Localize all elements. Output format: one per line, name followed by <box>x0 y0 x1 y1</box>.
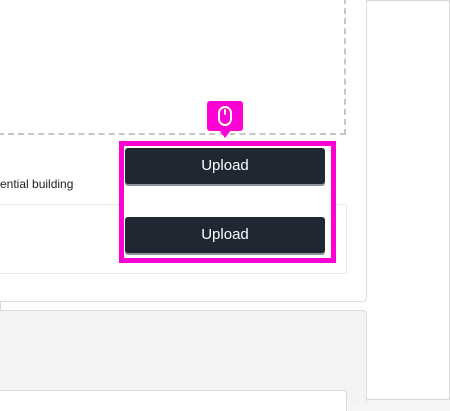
file-drop-area[interactable] <box>0 0 346 135</box>
file-row-description: ential building <box>0 177 74 191</box>
mouse-click-marker <box>207 101 243 138</box>
upload-button[interactable]: Upload <box>125 148 325 184</box>
mouse-icon <box>218 106 232 126</box>
lower-inner-card <box>0 390 347 411</box>
upload-button-secondary[interactable]: Upload <box>125 217 325 253</box>
